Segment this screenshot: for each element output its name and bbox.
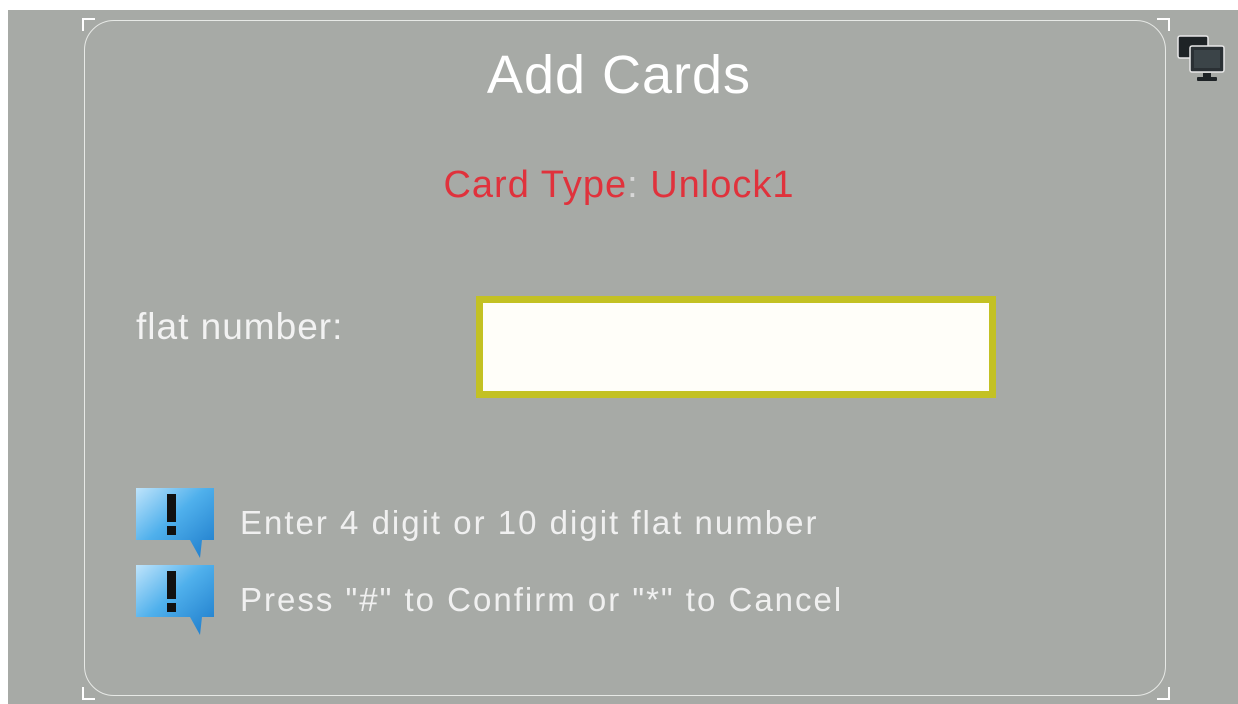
exclamation-callout-icon bbox=[134, 559, 216, 641]
card-type-value: Unlock1 bbox=[650, 164, 795, 206]
corner-bracket-top-right bbox=[1156, 18, 1170, 31]
hint-row: Enter 4 digit or 10 digit flat number bbox=[134, 483, 818, 563]
hint-row: Press "#" to Confirm or "*" to Cancel bbox=[134, 560, 843, 640]
hint-text: Enter 4 digit or 10 digit flat number bbox=[240, 504, 819, 541]
hint-text: Press "#" to Confirm or "*" to Cancel bbox=[240, 581, 844, 618]
card-type-label: Card Type bbox=[443, 164, 628, 206]
corner-bracket-bottom-left bbox=[82, 686, 95, 700]
dialog-title: Add Cards bbox=[486, 45, 752, 105]
flat-number-input[interactable] bbox=[476, 296, 996, 398]
monitor-icon[interactable] bbox=[1176, 32, 1228, 84]
exclamation-callout-icon bbox=[134, 482, 216, 564]
flat-number-label: flat number: bbox=[136, 306, 344, 347]
corner-bracket-top-left bbox=[82, 18, 95, 31]
card-type-line: Card Type: Unlock1 bbox=[0, 164, 1238, 207]
corner-bracket-bottom-right bbox=[1156, 686, 1170, 700]
card-type-separator: : bbox=[627, 164, 639, 206]
